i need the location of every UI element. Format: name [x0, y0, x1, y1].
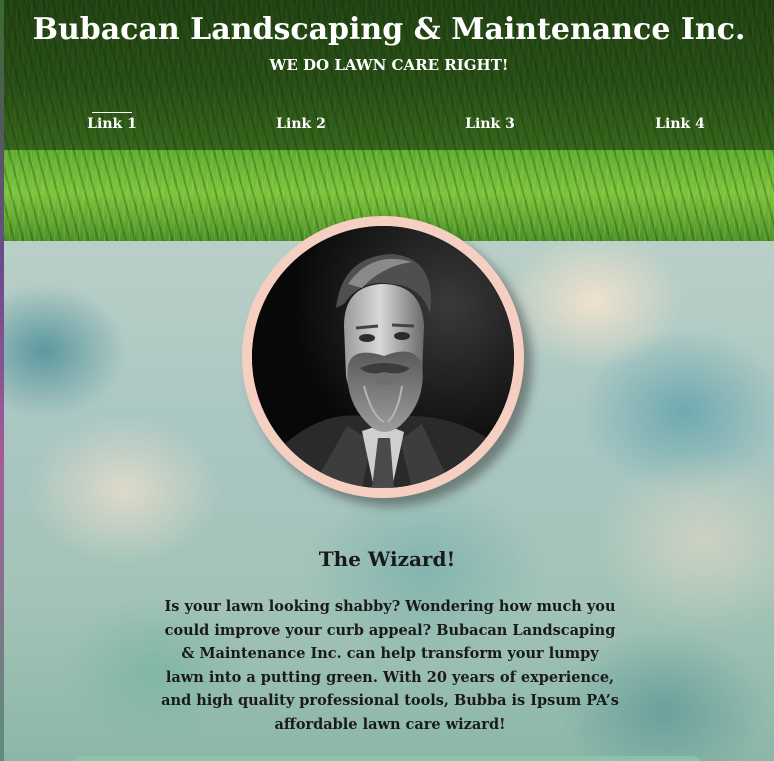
section-heading: The Wizard! [318, 547, 456, 571]
site-tagline: WE DO LAWN CARE RIGHT! [269, 56, 509, 74]
site-title: Bubacan Landscaping & Maintenance Inc. [32, 12, 746, 47]
nav-link-3[interactable]: Link 3 [440, 112, 540, 136]
nav-link-2[interactable]: Link 2 [251, 112, 351, 136]
page: Bubacan Landscaping & Maintenance Inc. W… [0, 0, 774, 761]
portrait-photo [252, 226, 514, 488]
nav-link-1[interactable]: Link 1 [62, 112, 162, 136]
site-header: Bubacan Landscaping & Maintenance Inc. W… [4, 0, 774, 241]
bearded-man-photo [252, 226, 514, 488]
profile-portrait [242, 216, 524, 498]
nav-link-4[interactable]: Link 4 [630, 112, 730, 136]
next-section-card-top [72, 756, 702, 761]
main-nav: Link 1 Link 2 Link 3 Link 4 [4, 112, 774, 138]
section-body-text: Is your lawn looking shabby? Wondering h… [161, 598, 619, 733]
